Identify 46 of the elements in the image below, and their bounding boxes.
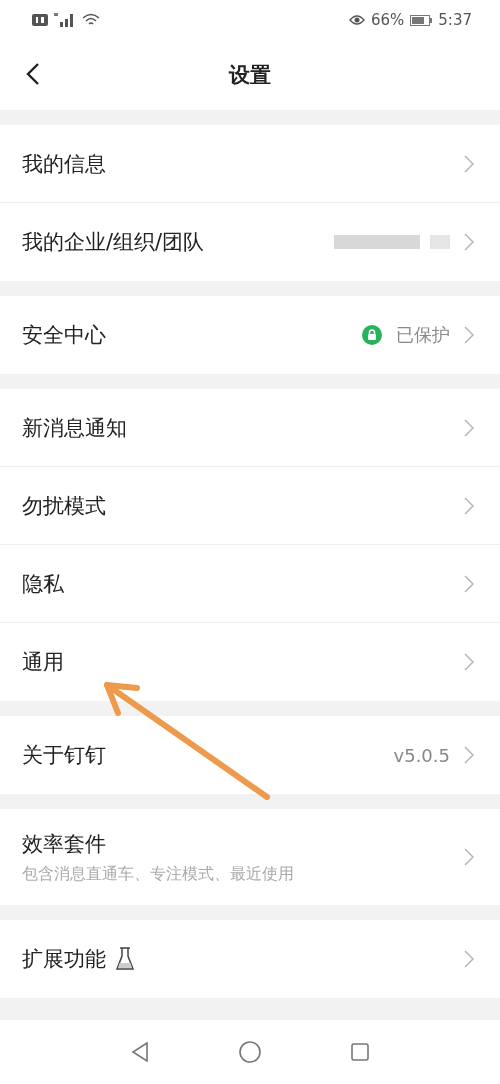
chevron-icon [464, 574, 474, 593]
chevron-icon [464, 418, 474, 437]
row-label: 勿扰模式 [22, 492, 106, 520]
lock-icon [362, 325, 382, 345]
row-label: 安全中心 [22, 322, 106, 349]
eye-icon [348, 14, 365, 26]
settings-row[interactable]: 扩展功能 [0, 920, 500, 998]
row-label: 关于钉钉 [22, 742, 106, 769]
row-label: 通用 [22, 649, 64, 676]
settings-row[interactable]: 新消息通知 [0, 389, 500, 467]
battery-percent: 66% [370, 11, 405, 29]
recents-nav-icon[interactable] [351, 1043, 369, 1061]
settings-row[interactable]: 隐私 [0, 545, 500, 623]
chevron-icon [464, 653, 474, 671]
row-label: 效率套件 [22, 830, 107, 858]
row-label: 新消息通知 [22, 414, 127, 442]
battery-icon [410, 14, 433, 26]
settings-row[interactable]: 勿扰模式 [0, 467, 500, 545]
settings-row[interactable]: 我的企业/组织/团队 [0, 203, 500, 281]
settings-row[interactable]: 通用 [0, 623, 500, 701]
chevron-icon [464, 154, 474, 173]
chevron-icon [464, 848, 474, 866]
back-nav-icon[interactable] [131, 1042, 149, 1062]
page-title: 设置 [229, 62, 271, 89]
chevron-icon [464, 326, 474, 344]
clock-time: 5:37 [438, 11, 472, 29]
chevron-icon [464, 950, 474, 968]
settings-row[interactable]: 我的信息 [0, 125, 500, 203]
row-label: 我的信息 [22, 150, 106, 178]
settings-row[interactable]: 安全中心 已保护 [0, 296, 500, 374]
chevron-icon [464, 746, 474, 764]
hd-icon [32, 14, 48, 26]
chevron-icon [464, 233, 474, 251]
flask-icon [116, 947, 134, 971]
chevron-icon [464, 496, 474, 515]
wifi-icon [82, 13, 100, 27]
settings-row[interactable]: 效率套件 包含消息直通车、专注模式、最近使用 [0, 809, 500, 905]
signal-icon [54, 13, 76, 27]
settings-row[interactable]: 关于钉钉 v5.0.5 [0, 716, 500, 794]
row-label: 隐私 [22, 570, 64, 598]
row-label: 我的企业/组织/团队 [22, 229, 205, 256]
row-subtitle: 包含消息直通车、专注模式、最近使用 [22, 863, 294, 885]
home-nav-icon[interactable] [239, 1041, 261, 1063]
row-label: 扩展功能 [22, 946, 106, 973]
row-value: 已保护 [396, 323, 450, 347]
row-value: v5.0.5 [393, 744, 450, 766]
